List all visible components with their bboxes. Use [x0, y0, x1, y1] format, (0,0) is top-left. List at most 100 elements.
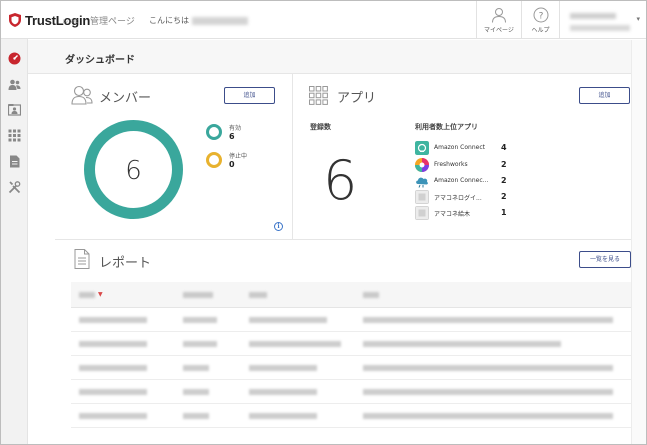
app-count: 1 [501, 208, 507, 217]
report-icon[interactable] [8, 155, 21, 168]
cell-redacted [363, 341, 561, 347]
top-apps-label: 利用者数上位アプリ [415, 123, 478, 131]
cell-redacted [183, 413, 209, 419]
column-header-redacted[interactable] [79, 292, 95, 298]
table-row[interactable] [71, 380, 631, 404]
freshworks-icon [415, 158, 429, 172]
app-placeholder-icon [415, 190, 429, 204]
app-name: Freshworks [434, 161, 468, 168]
table-row[interactable] [71, 332, 631, 356]
mypage-label: マイページ [484, 27, 514, 34]
top-app-row[interactable]: Freshworks 2 [415, 158, 515, 172]
dashboard-icon[interactable] [8, 52, 21, 65]
greeting-text: こんにちは [149, 16, 189, 25]
app-count: 2 [501, 160, 507, 169]
cell-redacted [363, 365, 613, 371]
cell-redacted [79, 341, 147, 347]
column-header-redacted[interactable] [183, 292, 213, 298]
cell-redacted [363, 389, 613, 395]
members-icon[interactable] [8, 78, 21, 91]
members-section-icon [71, 85, 93, 105]
report-table: ▼ [71, 282, 631, 444]
app-name: Amazon Connec... [434, 177, 489, 184]
app-name: アマコネ給木 [434, 211, 471, 218]
amazon-connect-icon [415, 141, 429, 155]
app-count: 2 [501, 192, 507, 201]
section-divider-vertical [292, 74, 293, 239]
members-title: メンバー [99, 91, 152, 106]
app-name: アマコネログイ... [434, 195, 482, 202]
apps-title: アプリ [337, 91, 377, 106]
table-row[interactable] [71, 404, 631, 428]
chevron-down-icon: ▾ [636, 15, 640, 23]
svg-text:?: ? [538, 12, 543, 22]
section-divider-horizontal [55, 239, 631, 240]
top-header: TrustLogin by GMO 管理ページ こんにちは マイページ ? ヘル… [1, 1, 646, 39]
cell-redacted [183, 341, 217, 347]
cell-redacted [79, 317, 147, 323]
suspended-label: 停止中 [229, 153, 248, 160]
active-label: 有効 [229, 125, 242, 132]
registered-label: 登録数 [310, 123, 331, 131]
cell-redacted [79, 365, 147, 371]
cell-redacted [183, 317, 217, 323]
shield-logo-icon [9, 13, 21, 27]
top-app-row[interactable]: Amazon Connect 4 [415, 141, 515, 155]
column-header-redacted[interactable] [363, 292, 379, 298]
top-app-row[interactable]: アマコネログイ... 2 [415, 190, 515, 204]
sidebar [1, 39, 28, 444]
logo-sub: by GMO [63, 19, 79, 24]
cell-redacted [363, 317, 613, 323]
top-app-row[interactable]: Amazon Connec... 2 [415, 174, 515, 188]
table-row[interactable] [71, 356, 631, 380]
suspended-count: 0 [229, 160, 235, 169]
apps-grid-icon[interactable] [8, 129, 21, 142]
scrollbar-gutter[interactable] [631, 40, 646, 444]
cell-redacted [249, 389, 317, 395]
members-total: 6 [125, 156, 142, 186]
cell-redacted [79, 413, 147, 419]
cell-redacted [79, 389, 147, 395]
add-member-button[interactable]: 追加 [224, 87, 275, 104]
report-section-icon [74, 249, 90, 269]
report-title: レポート [99, 256, 152, 271]
amazon-connect-cloud-icon [416, 177, 428, 188]
members-donut-chart: 6 [83, 119, 184, 220]
sort-arrow-icon[interactable]: ▼ [98, 291, 103, 298]
add-app-button[interactable]: 追加 [579, 87, 630, 104]
active-count: 6 [229, 132, 235, 141]
cell-redacted [183, 365, 209, 371]
apps-section-icon [309, 86, 328, 105]
account-menu[interactable]: ▾ [559, 1, 646, 39]
view-all-button[interactable]: 一覧を見る [579, 251, 631, 268]
app-name: Amazon Connect [434, 144, 485, 151]
active-legend-ring [206, 124, 222, 140]
cell-redacted [183, 389, 209, 395]
cell-redacted [249, 341, 341, 347]
help-icon: ? [533, 7, 548, 23]
cell-redacted [249, 365, 317, 371]
mypage-button[interactable]: マイページ [476, 1, 521, 39]
suspended-legend-ring [206, 152, 222, 168]
app-count: 4 [501, 143, 507, 152]
account-email-redacted [570, 25, 630, 31]
table-row[interactable] [71, 308, 631, 332]
cell-redacted [363, 413, 613, 419]
top-app-row[interactable]: アマコネ給木 1 [415, 206, 515, 220]
tools-icon[interactable] [8, 181, 21, 194]
groups-icon[interactable] [8, 103, 21, 116]
help-button[interactable]: ? ヘルプ [521, 1, 559, 39]
cell-redacted [249, 413, 317, 419]
registered-count: 6 [323, 149, 358, 212]
column-header-redacted[interactable] [249, 292, 267, 298]
user-icon [492, 8, 506, 23]
help-label: ヘルプ [531, 27, 550, 34]
info-icon[interactable]: i [274, 222, 283, 231]
admin-page-link[interactable]: 管理ページ [90, 14, 135, 27]
user-name-redacted [192, 16, 248, 25]
app-count: 2 [501, 176, 507, 185]
greeting: こんにちは [149, 15, 248, 26]
app-window: TrustLogin by GMO 管理ページ こんにちは マイページ ? ヘル… [0, 0, 647, 445]
page-title-bar: ダッシュボード [28, 40, 631, 74]
cell-redacted [249, 317, 327, 323]
